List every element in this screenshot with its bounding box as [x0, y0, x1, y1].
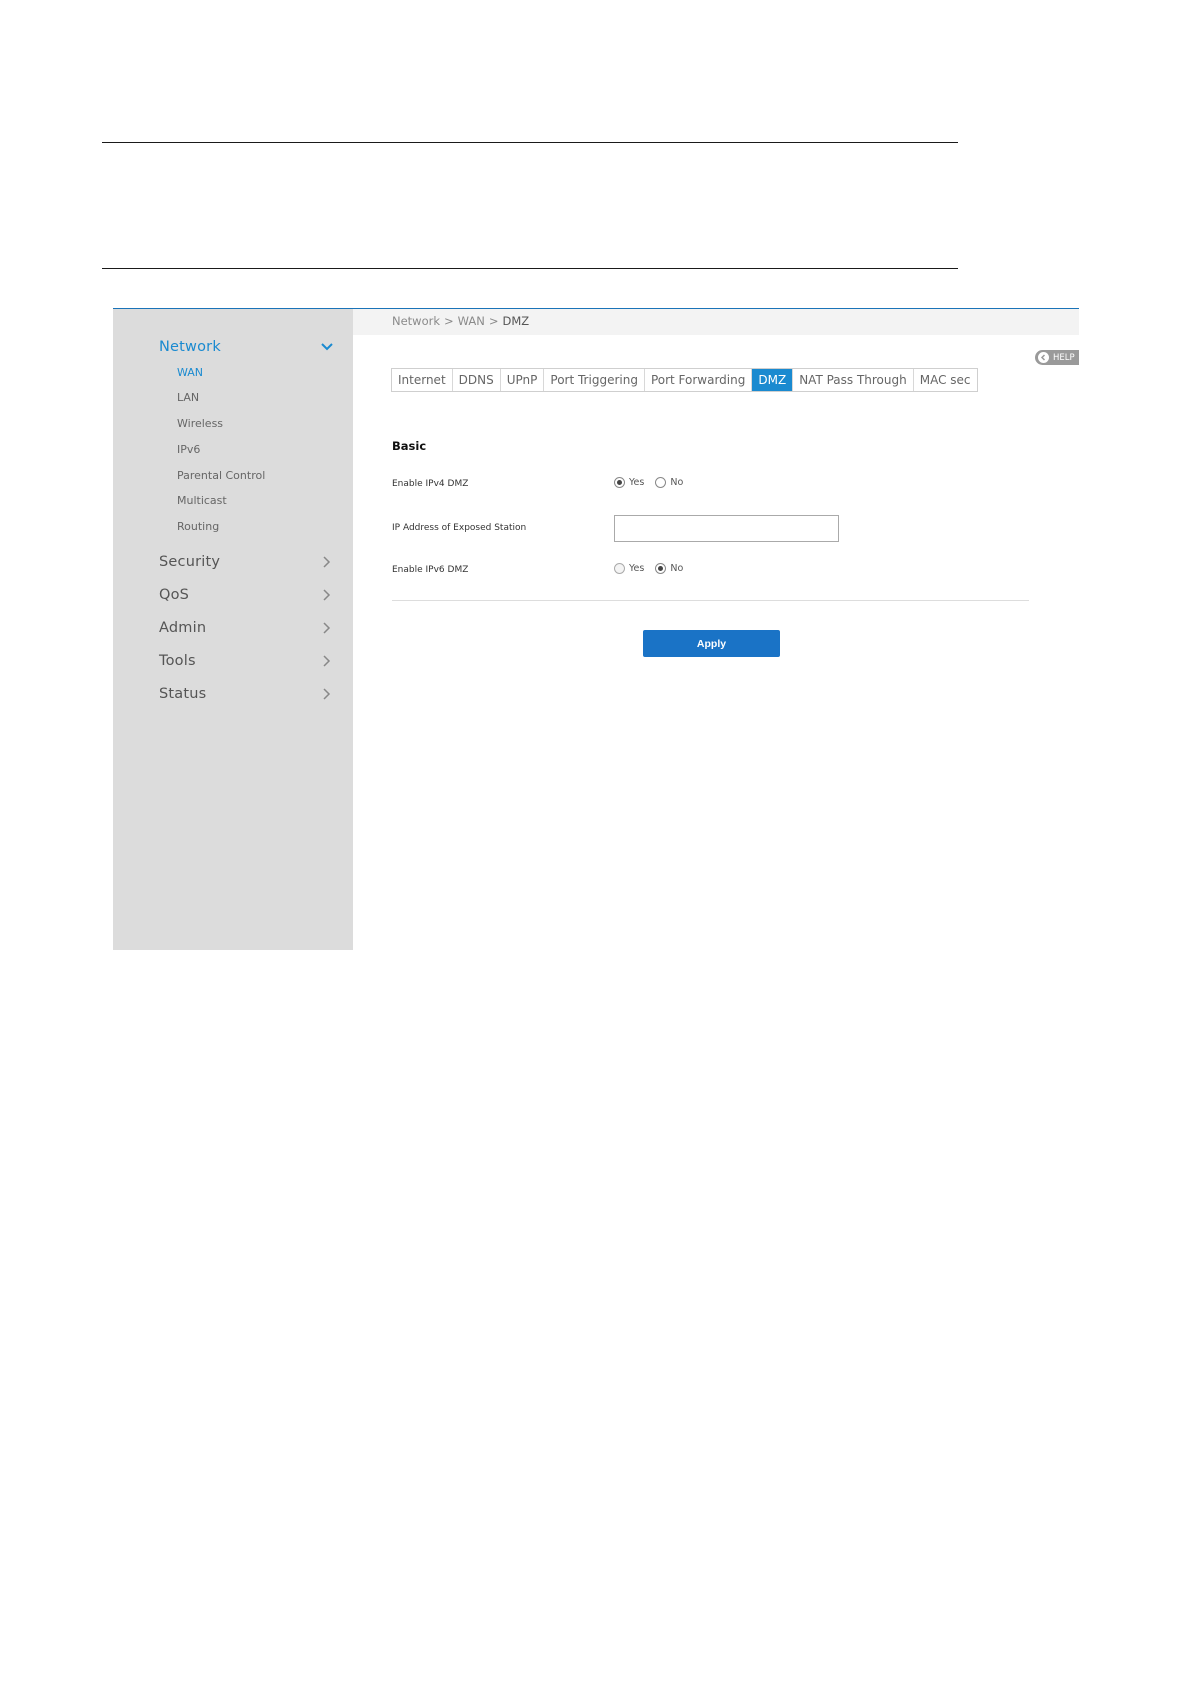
- tab-bar: Internet DDNS UPnP Port Triggering Port …: [391, 368, 978, 392]
- sidebar-subitem-wan[interactable]: WAN: [177, 366, 203, 379]
- sidebar-item-label: Security: [159, 554, 221, 570]
- breadcrumb-separator: >: [488, 314, 499, 328]
- sidebar-subitem-routing[interactable]: Routing: [177, 520, 219, 533]
- sidebar: Network WAN LAN Wireless IPv6 Parental C…: [113, 309, 353, 950]
- sidebar-subitem-ipv6[interactable]: IPv6: [177, 443, 200, 456]
- chevron-right-icon: [320, 654, 334, 668]
- ipv6-dmz-radio-group: Yes No: [614, 563, 694, 574]
- breadcrumb: Network > WAN > DMZ: [392, 314, 529, 328]
- sidebar-item-label: Tools: [159, 653, 196, 669]
- form-divider: [392, 600, 1029, 601]
- breadcrumb-current: DMZ: [502, 314, 530, 328]
- tab-port-forwarding[interactable]: Port Forwarding: [645, 369, 753, 391]
- sidebar-item-qos[interactable]: QoS: [159, 583, 334, 607]
- ipv4-dmz-radio-group: Yes No: [614, 477, 694, 488]
- ipv4-yes-label: Yes: [629, 477, 645, 488]
- sidebar-subitem-multicast[interactable]: Multicast: [177, 494, 227, 507]
- router-admin-screenshot: Network WAN LAN Wireless IPv6 Parental C…: [113, 308, 1079, 950]
- sidebar-item-admin[interactable]: Admin: [159, 616, 334, 640]
- sidebar-subitem-parental-control[interactable]: Parental Control: [177, 469, 265, 482]
- breadcrumb-wan[interactable]: WAN: [458, 314, 485, 328]
- sidebar-item-tools[interactable]: Tools: [159, 649, 334, 673]
- section-title: Basic: [392, 439, 427, 453]
- breadcrumb-network[interactable]: Network: [392, 314, 440, 328]
- sidebar-subitem-lan[interactable]: LAN: [177, 391, 199, 404]
- tab-mac-sec[interactable]: MAC sec: [914, 369, 977, 391]
- ip-address-input[interactable]: [614, 515, 839, 542]
- sidebar-item-status[interactable]: Status: [159, 682, 334, 706]
- ipv4-no-radio[interactable]: [655, 477, 667, 488]
- chevron-right-icon: [320, 687, 334, 701]
- sidebar-item-network[interactable]: Network: [159, 335, 334, 359]
- tab-upnp[interactable]: UPnP: [501, 369, 545, 391]
- ipv6-no-radio[interactable]: [655, 563, 667, 574]
- chevron-right-icon: [320, 588, 334, 602]
- sidebar-subitem-wireless[interactable]: Wireless: [177, 417, 223, 430]
- chevron-left-icon: [1038, 352, 1049, 363]
- ipv6-yes-label: Yes: [629, 563, 645, 574]
- tab-port-triggering[interactable]: Port Triggering: [544, 369, 645, 391]
- help-label: HELP: [1053, 352, 1075, 363]
- tab-ddns[interactable]: DDNS: [453, 369, 501, 391]
- ipv6-no-label: No: [670, 563, 684, 574]
- sidebar-item-security[interactable]: Security: [159, 550, 334, 574]
- ipv6-yes-radio[interactable]: [614, 563, 625, 574]
- chevron-right-icon: [320, 621, 334, 635]
- document-top-rule: [102, 142, 958, 143]
- tab-nat-pass-through[interactable]: NAT Pass Through: [793, 369, 914, 391]
- ipv4-no-label: No: [670, 477, 684, 488]
- help-button[interactable]: HELP: [1035, 350, 1079, 365]
- tab-internet[interactable]: Internet: [392, 369, 453, 391]
- sidebar-item-label: Admin: [159, 620, 207, 636]
- apply-button[interactable]: Apply: [643, 630, 780, 657]
- sidebar-item-label: Network: [159, 339, 221, 355]
- document-bottom-rule: [102, 268, 958, 269]
- ipv4-yes-radio[interactable]: [614, 477, 625, 488]
- tab-dmz[interactable]: DMZ: [752, 369, 794, 391]
- sidebar-item-label: Status: [159, 686, 207, 702]
- chevron-right-icon: [320, 555, 334, 569]
- breadcrumb-separator: >: [444, 314, 454, 328]
- sidebar-item-label: QoS: [159, 587, 190, 603]
- ipv4-dmz-label: Enable IPv4 DMZ: [392, 479, 469, 489]
- ip-address-label: IP Address of Exposed Station: [392, 523, 527, 533]
- ipv6-dmz-label: Enable IPv6 DMZ: [392, 565, 469, 575]
- chevron-down-icon: [320, 340, 334, 354]
